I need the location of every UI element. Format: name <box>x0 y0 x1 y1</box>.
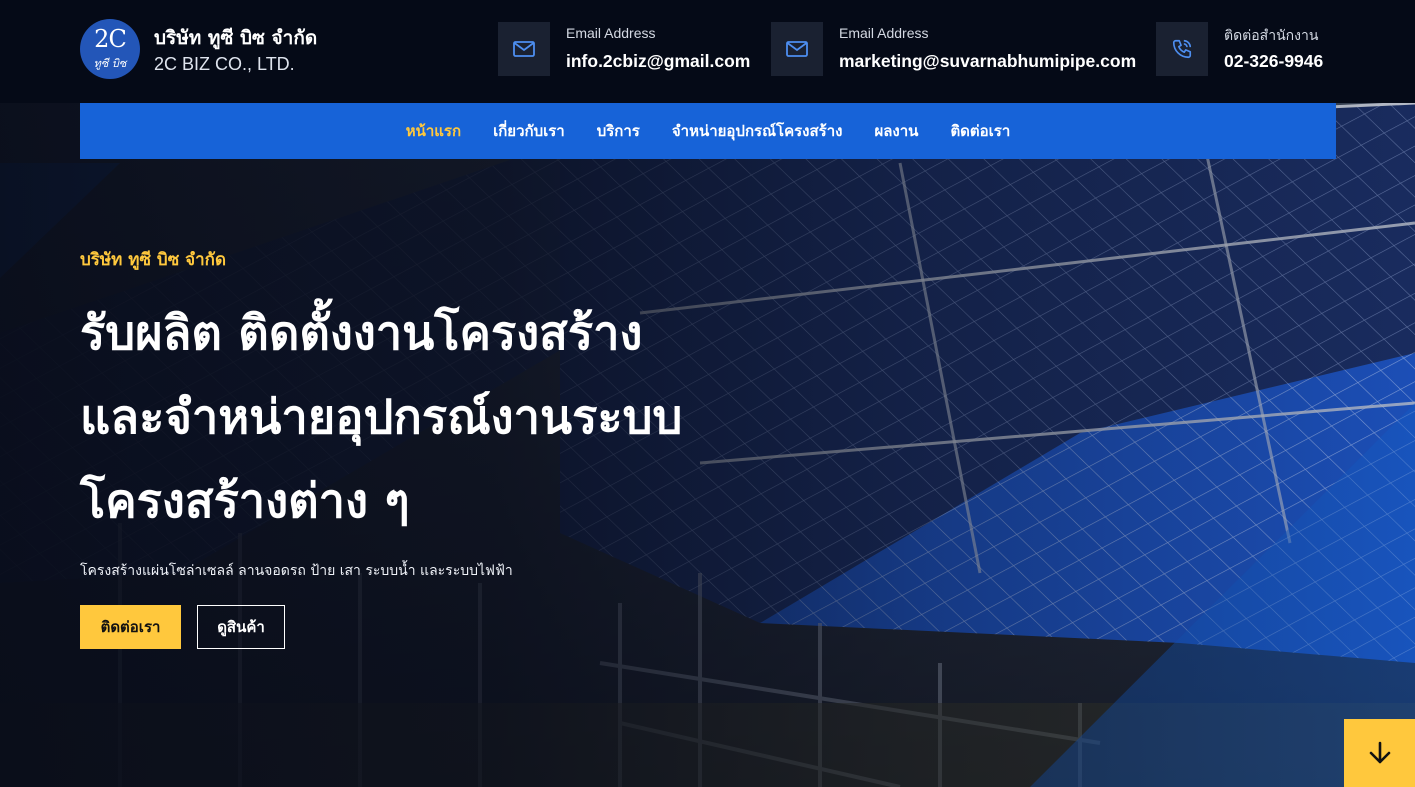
view-products-button[interactable]: ดูสินค้า <box>197 605 285 649</box>
contact-email-marketing: Email Address marketing@suvarnabhumipipe… <box>771 22 1156 76</box>
brand-name-thai[interactable]: บริษัท ทูซี บิซ จำกัด <box>154 23 317 53</box>
hero-kicker: บริษัท ทูซี บิซ จำกัด <box>80 250 227 270</box>
nav-item-home[interactable]: หน้าแรก <box>406 119 461 143</box>
hero-subtitle: โครงสร้างแผ่นโซล่าเซลล์ ลานจอดรถ ป้าย เส… <box>80 563 513 579</box>
contact-label: ติดต่อสำนักงาน <box>1224 27 1319 43</box>
company-logo[interactable]: 2C ทูซี บิซ <box>80 19 140 79</box>
logo-mark: 2C <box>94 25 127 53</box>
brand-name-english[interactable]: 2C BIZ CO., LTD. <box>154 54 295 75</box>
arrow-down-icon <box>1369 741 1390 764</box>
envelope-icon <box>498 22 550 76</box>
email-link-marketing[interactable]: marketing@suvarnabhumipipe.com <box>839 51 1136 72</box>
headline-line: และจำหน่ายอุปกรณ์งานระบบ <box>80 390 683 445</box>
hero-headline: รับผลิต ติดตั้งงานโครงสร้าง และจำหน่ายอุ… <box>80 292 840 544</box>
scroll-down-button[interactable] <box>1344 719 1415 787</box>
logo-mark-thai: ทูซี บิซ <box>93 57 127 70</box>
contact-us-button[interactable]: ติดต่อเรา <box>80 605 181 649</box>
phone-icon <box>1156 22 1208 76</box>
top-header: 2C ทูซี บิซ บริษัท ทูซี บิซ จำกัด 2C BIZ… <box>0 0 1415 103</box>
contact-phone: ติดต่อสำนักงาน 02-326-9946 <box>1156 22 1356 76</box>
contact-label: Email Address <box>839 25 929 41</box>
nav-item-contact[interactable]: ติดต่อเรา <box>950 119 1010 143</box>
phone-link[interactable]: 02-326-9946 <box>1224 51 1323 72</box>
nav-item-about[interactable]: เกี่ยวกับเรา <box>493 119 565 143</box>
headline-line: โครงสร้างต่าง ๆ <box>80 474 410 529</box>
email-link-info[interactable]: info.2cbiz@gmail.com <box>566 51 750 72</box>
nav-item-structural-equipment[interactable]: จำหน่ายอุปกรณ์โครงสร้าง <box>672 119 843 143</box>
envelope-icon <box>771 22 823 76</box>
nav-item-services[interactable]: บริการ <box>597 119 640 143</box>
nav-item-portfolio[interactable]: ผลงาน <box>874 119 918 143</box>
contact-label: Email Address <box>566 25 656 41</box>
contact-email-info: Email Address info.2cbiz@gmail.com <box>498 22 768 76</box>
headline-line: รับผลิต ติดตั้งงานโครงสร้าง <box>80 306 643 361</box>
main-nav: หน้าแรก เกี่ยวกับเรา บริการ จำหน่ายอุปกร… <box>80 103 1336 159</box>
